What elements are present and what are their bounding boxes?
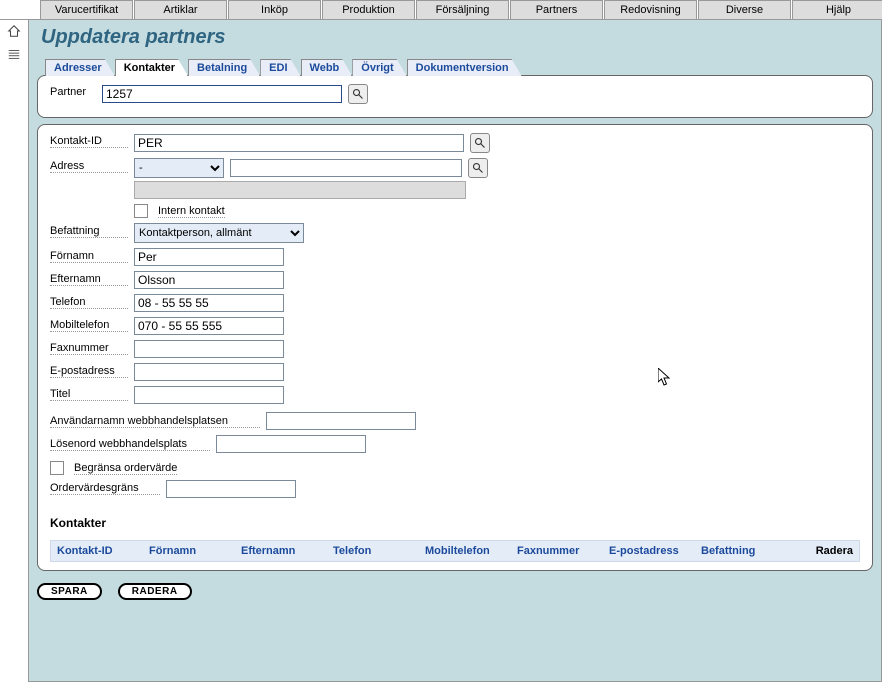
intern-kontakt-label: Intern kontakt — [158, 205, 225, 218]
begransa-label: Begränsa ordervärde — [74, 462, 177, 475]
menu-partners[interactable]: Partners — [510, 0, 603, 19]
faxnummer-label: Faxnummer — [50, 340, 128, 355]
main-area: Uppdatera partners Adresser Kontakter Be… — [28, 20, 882, 682]
th-epost[interactable]: E-postadress — [609, 545, 701, 557]
fornamn-input[interactable] — [134, 248, 284, 266]
tab-edi[interactable]: EDI — [260, 59, 300, 76]
partner-panel: Partner — [37, 75, 873, 118]
begransa-checkbox[interactable] — [50, 461, 64, 475]
tab-adresser[interactable]: Adresser — [45, 59, 115, 76]
kontakt-id-input[interactable] — [134, 134, 464, 152]
th-kontakt-id[interactable]: Kontakt-ID — [57, 545, 149, 557]
search-icon — [472, 162, 484, 174]
web-pass-input[interactable] — [216, 435, 366, 453]
main-menu: Varucertifikat Artiklar Inköp Produktion… — [0, 0, 882, 20]
kontakt-id-label: Kontakt-ID — [50, 133, 128, 148]
adress-readonly — [134, 181, 466, 199]
page-title: Uppdatera partners — [41, 26, 873, 49]
befattning-label: Befattning — [50, 223, 128, 238]
search-icon — [352, 88, 364, 100]
efternamn-input[interactable] — [134, 271, 284, 289]
ordervarde-label: Ordervärdesgräns — [50, 480, 160, 495]
web-user-input[interactable] — [266, 412, 416, 430]
menu-produktion[interactable]: Produktion — [322, 0, 415, 19]
menu-redovisning[interactable]: Redovisning — [604, 0, 697, 19]
epost-input[interactable] — [134, 363, 284, 381]
mobiltelefon-input[interactable] — [134, 317, 284, 335]
kontakt-id-search-button[interactable] — [470, 133, 490, 153]
adress-label: Adress — [50, 158, 128, 173]
menu-varucertifikat[interactable]: Varucertifikat — [40, 0, 133, 19]
th-telefon[interactable]: Telefon — [333, 545, 425, 557]
menu-hjalp[interactable]: Hjälp — [792, 0, 882, 19]
tab-ovrigt[interactable]: Övrigt — [352, 59, 406, 76]
left-rail — [0, 20, 28, 682]
befattning-select[interactable]: Kontaktperson, allmänt — [134, 223, 304, 243]
th-fax[interactable]: Faxnummer — [517, 545, 609, 557]
delete-button[interactable]: RADERA — [118, 583, 192, 600]
menu-diverse[interactable]: Diverse — [698, 0, 791, 19]
tab-webb[interactable]: Webb — [301, 59, 353, 76]
save-button[interactable]: SPARA — [37, 583, 102, 600]
th-befattning[interactable]: Befattning — [701, 545, 793, 557]
subtabs: Adresser Kontakter Betalning EDI Webb Öv… — [45, 59, 873, 76]
fornamn-label: Förnamn — [50, 248, 128, 263]
partner-input[interactable] — [102, 85, 342, 103]
partner-label: Partner — [50, 84, 96, 98]
web-user-label: Användarnamn webbhandelsplatsen — [50, 415, 260, 428]
th-radera: Radera — [793, 545, 853, 557]
tab-betalning[interactable]: Betalning — [188, 59, 260, 76]
tab-kontakter[interactable]: Kontakter — [115, 59, 188, 76]
th-fornamn[interactable]: Förnamn — [149, 545, 241, 557]
action-bar: SPARA RADERA — [37, 579, 873, 604]
tab-dokumentversion[interactable]: Dokumentversion — [407, 59, 522, 76]
list-icon[interactable] — [7, 47, 21, 64]
th-efternamn[interactable]: Efternamn — [241, 545, 333, 557]
web-pass-label: Lösenord webbhandelsplats — [50, 438, 210, 451]
menu-forsaljning[interactable]: Försäljning — [416, 0, 509, 19]
home-icon[interactable] — [7, 24, 21, 41]
search-icon — [474, 137, 486, 149]
adress-search-button[interactable] — [468, 158, 488, 178]
ordervarde-input[interactable] — [166, 480, 296, 498]
section-title-kontakter: Kontakter — [50, 516, 860, 530]
adress-input[interactable] — [230, 159, 462, 177]
menu-inkop[interactable]: Inköp — [228, 0, 321, 19]
telefon-label: Telefon — [50, 294, 128, 309]
th-mobil[interactable]: Mobiltelefon — [425, 545, 517, 557]
mobiltelefon-label: Mobiltelefon — [50, 317, 128, 332]
intern-kontakt-checkbox[interactable] — [134, 204, 148, 218]
adress-select[interactable]: - — [134, 158, 224, 178]
efternamn-label: Efternamn — [50, 271, 128, 286]
faxnummer-input[interactable] — [134, 340, 284, 358]
form-panel: Kontakt-ID Adress - — [37, 124, 873, 571]
telefon-input[interactable] — [134, 294, 284, 312]
table-header: Kontakt-ID Förnamn Efternamn Telefon Mob… — [50, 540, 860, 562]
titel-label: Titel — [50, 386, 128, 401]
menu-artiklar[interactable]: Artiklar — [134, 0, 227, 19]
titel-input[interactable] — [134, 386, 284, 404]
epost-label: E-postadress — [50, 363, 128, 378]
partner-search-button[interactable] — [348, 84, 368, 104]
